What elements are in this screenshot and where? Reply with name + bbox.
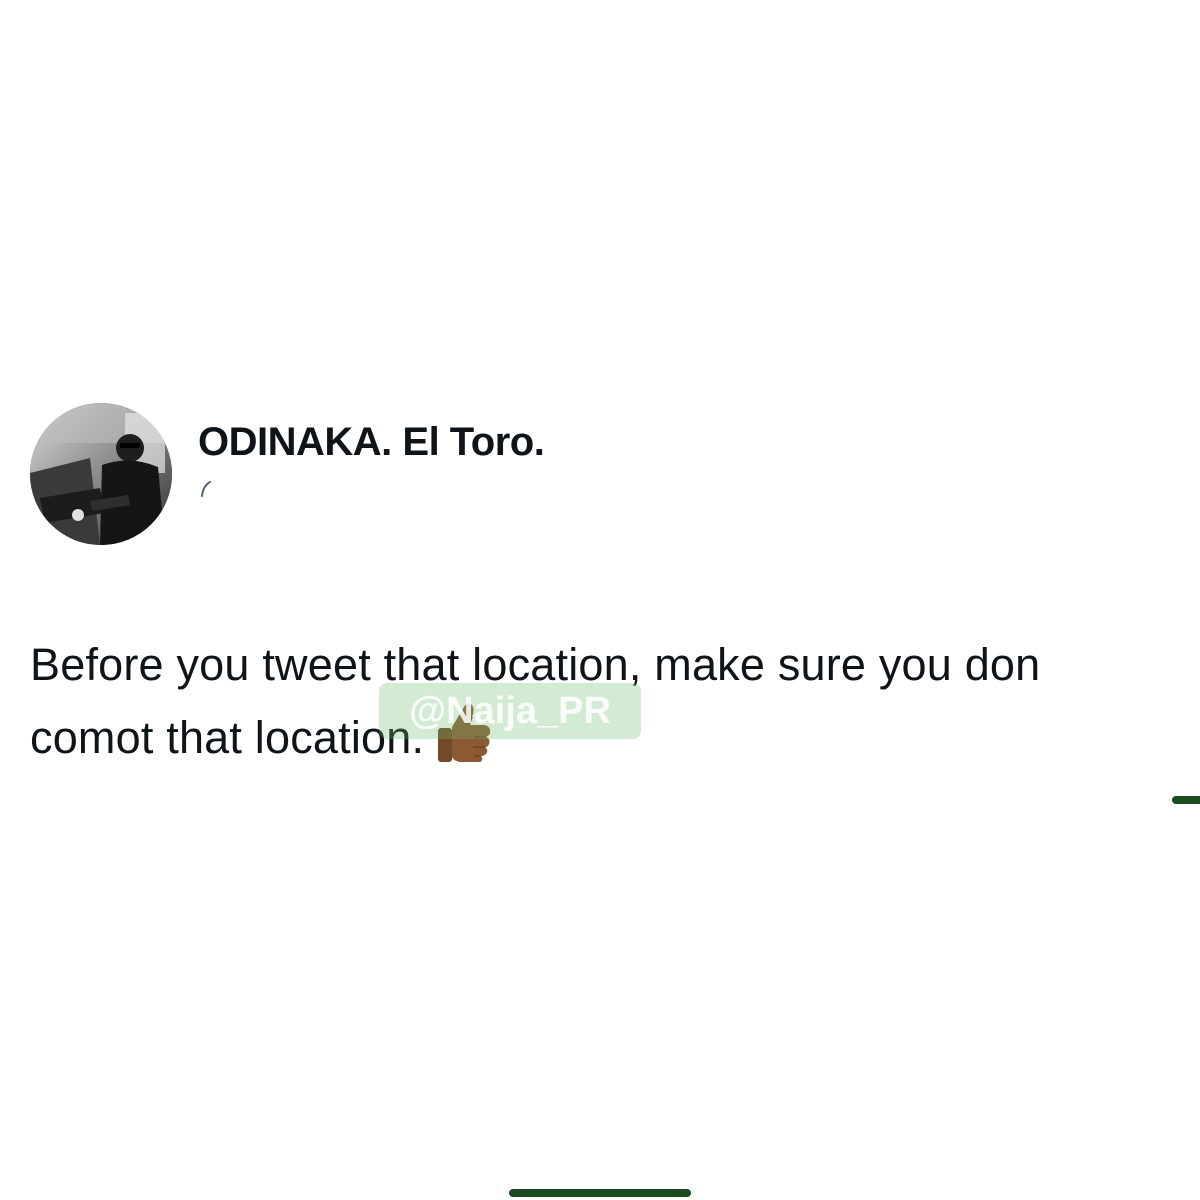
avatar[interactable]: [30, 403, 172, 545]
loading-spinner-icon: [201, 481, 211, 497]
display-name[interactable]: ODINAKA. El Toro.: [198, 420, 545, 465]
watermark: @Naija_PR: [379, 683, 641, 739]
side-scroll-indicator: [1172, 796, 1200, 804]
home-indicator[interactable]: [509, 1189, 691, 1197]
avatar-photo: [30, 403, 172, 545]
tweet-card: ODINAKA. El Toro. Before you tweet that …: [0, 0, 1200, 1200]
